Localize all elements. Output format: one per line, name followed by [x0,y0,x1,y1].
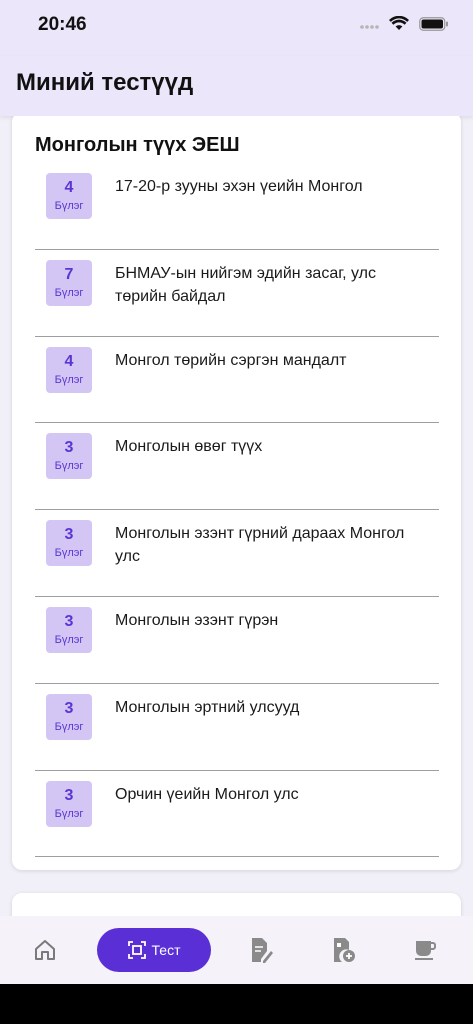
chapter-row[interactable]: 4 Бүлэг Монгол төрийн сэргэн мандалт [35,337,439,424]
chapter-count-badge: 3 Бүлэг [46,780,92,827]
content-scroll-area[interactable]: Монголын түүх ЭЕШ 4 Бүлэг 17-20-р зууны … [0,116,473,916]
chapter-count: 3 [64,526,74,544]
chapter-row[interactable]: 3 Бүлэг Монголын эзэнт гүрэн [35,597,439,684]
chapter-count-badge: 4 Бүлэг [46,346,92,393]
home-icon [35,940,55,960]
app-header: Миний тестүүд [0,56,473,116]
next-test-card[interactable] [12,893,461,916]
chapter-count-badge: 3 Бүлэг [46,606,92,653]
edit-document-icon [252,938,273,963]
chapter-row[interactable]: 3 Бүлэг Монголын эзэнт гүрний дараах Мон… [35,510,439,597]
chapter-count: 4 [64,179,74,196]
coffee-icon [415,941,436,960]
chapter-count-badge: 7 Бүлэг [46,259,92,306]
nav-home-button[interactable] [22,928,68,972]
nav-add-document-button[interactable] [320,928,366,972]
chapter-count: 7 [64,265,74,283]
chapter-row[interactable]: 3 Бүлэг Орчин үеийн Монгол улс [35,771,439,858]
chapter-count: 4 [64,352,74,370]
chapter-row[interactable]: 7 Бүлэг БНМАУ-ын нийгэм эдийн засаг, улс… [35,250,439,337]
chapter-row[interactable]: 3 Бүлэг Монголын эртний улсууд [35,684,439,771]
chapter-count-badge: 3 Бүлэг [46,520,92,567]
chapter-count: 3 [64,439,74,457]
chapter-count: 3 [64,699,74,717]
status-bar: 20:46 [0,0,473,56]
chapter-unit-label: Бүлэг [54,373,84,386]
bottom-nav: Тест [0,916,473,984]
cellular-signal-icon [360,24,379,29]
chapter-count-badge: 4 Бүлэг [46,173,92,219]
nav-edit-document-button[interactable] [238,928,284,972]
nav-test-button[interactable]: Тест [97,928,211,972]
chapter-unit-label: Бүлэг [54,200,84,212]
card-title: Монголын түүх ЭЕШ [35,134,240,156]
chapter-title: Монголын эзэнт гүрний дараах Монгол улс [115,525,405,566]
chapter-title: Монголын эртний улсууд [115,698,300,716]
chapter-title: 17-20-р зууны эхэн үеийн Монгол [115,178,363,195]
home-indicator-area [0,984,473,1024]
chapter-row[interactable]: 3 Бүлэг Монголын өвөг түүх [35,423,439,511]
chapter-title: БНМАУ-ын нийгэм эдийн засаг, улс төрийн … [115,264,376,305]
chapter-count: 3 [64,786,74,804]
battery-icon [419,16,448,31]
chapter-title: Монголын эзэнт гүрэн [115,611,279,629]
nav-coffee-button[interactable] [402,928,448,972]
chapter-unit-label: Бүлэг [54,547,84,560]
chapter-count: 3 [64,612,74,630]
chapter-count-badge: 3 Бүлэг [46,693,92,740]
chapter-unit-label: Бүлэг [54,460,84,473]
chapter-unit-label: Бүлэг [54,807,84,820]
chapter-unit-label: Бүлэг [54,286,84,299]
nav-test-label: Тест [151,942,181,958]
test-icon [127,941,146,959]
status-icons [359,16,449,31]
chapter-row[interactable]: 4 Бүлэг 17-20-р зууны эхэн үеийн Монгол [35,163,439,250]
add-document-icon [334,938,355,962]
chapter-count-badge: 3 Бүлэг [46,433,92,480]
chapter-title: Орчин үеийн Монгол улс [115,785,299,803]
chapter-title: Монгол төрийн сэргэн мандалт [115,351,347,369]
chapter-list: 4 Бүлэг 17-20-р зууны эхэн үеийн Монгол … [35,163,439,858]
chapter-unit-label: Бүлэг [54,633,84,646]
wifi-icon [389,16,409,30]
status-time: 20:46 [38,14,87,35]
page-title: Миний тестүүд [16,69,194,96]
test-card: Монголын түүх ЭЕШ 4 Бүлэг 17-20-р зууны … [12,116,461,870]
chapter-unit-label: Бүлэг [54,720,84,733]
chapter-title: Монголын өвөг түүх [115,438,263,456]
